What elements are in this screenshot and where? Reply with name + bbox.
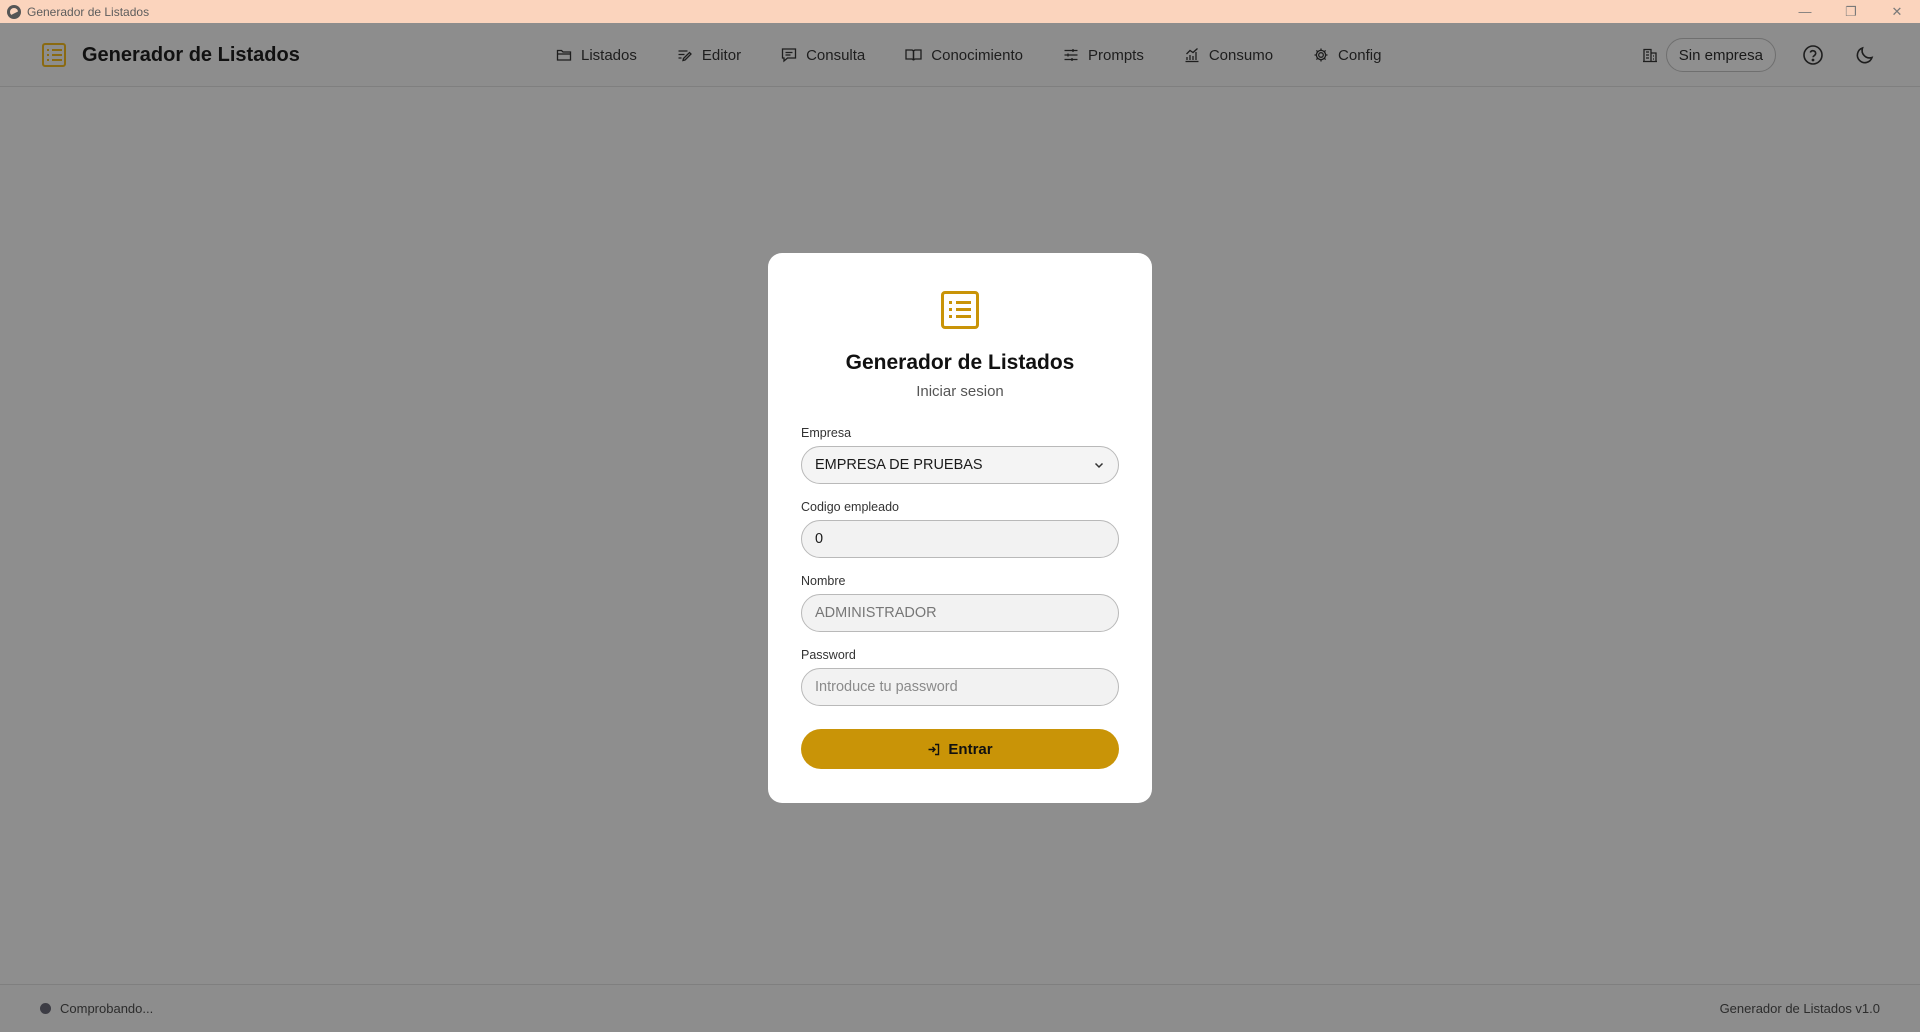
chat-icon	[781, 48, 797, 63]
chevron-down-icon	[1094, 462, 1104, 469]
entrar-button[interactable]: Entrar	[801, 729, 1119, 769]
building-icon	[1642, 48, 1657, 63]
window-titlebar: Generador de Listados — ❐ ✕	[0, 0, 1920, 23]
version-label: Generador de Listados v1.0	[1719, 1001, 1880, 1016]
password-input[interactable]	[801, 668, 1119, 706]
nombre-label: Nombre	[801, 574, 846, 588]
close-button[interactable]: ✕	[1874, 0, 1920, 23]
nav-consumo-label: Consumo	[1208, 46, 1274, 64]
gear-icon	[1314, 48, 1328, 62]
app-header: Generador de Listados Listados Editor Co…	[0, 23, 1920, 87]
nombre-input[interactable]	[801, 594, 1119, 632]
app-title: Generador de Listados	[82, 43, 300, 66]
edit-icon	[678, 50, 692, 62]
empresa-label: Empresa	[801, 426, 852, 440]
codigo-label: Codigo empleado	[801, 500, 899, 514]
chart-icon	[1185, 48, 1199, 63]
brand[interactable]: Generador de Listados	[42, 23, 300, 87]
sliders-icon	[1064, 49, 1078, 61]
empresa-select[interactable]: EMPRESA DE PRUEBAS	[801, 446, 1119, 484]
maximize-button[interactable]: ❐	[1828, 0, 1874, 23]
nav-listados[interactable]: Listados	[556, 47, 637, 64]
window-controls: — ❐ ✕	[1782, 0, 1920, 23]
nav-editor-label: Editor	[701, 46, 742, 64]
book-icon	[905, 49, 922, 61]
status-bar: Comprobando... Generador de Listados v1.…	[0, 984, 1920, 1032]
nav-editor[interactable]: Editor	[677, 47, 741, 64]
login-card: Generador de Listados Iniciar sesion Emp…	[768, 253, 1152, 803]
status-dot-icon	[40, 1003, 51, 1014]
moon-icon	[1856, 46, 1874, 64]
entrar-button-label: Entrar	[948, 740, 993, 758]
nav-consumo[interactable]: Consumo	[1184, 47, 1273, 64]
nav-listados-label: Listados	[581, 46, 637, 64]
main-nav: Listados Editor Consulta Conocimiento Pr…	[556, 23, 1421, 87]
nav-config[interactable]: Config	[1313, 47, 1381, 64]
nav-prompts-label: Prompts	[1087, 46, 1144, 64]
login-subtitle: Iniciar sesion	[916, 383, 1004, 400]
status-text: Comprobando...	[60, 1001, 154, 1016]
window-title: Generador de Listados	[27, 4, 150, 19]
list-icon	[42, 43, 66, 67]
nav-consulta[interactable]: Consulta	[781, 47, 865, 64]
nav-conocimiento[interactable]: Conocimiento	[905, 47, 1023, 64]
nav-config-label: Config	[1338, 46, 1382, 64]
help-icon	[1803, 45, 1823, 65]
login-icon	[928, 743, 940, 755]
list-icon	[941, 291, 979, 329]
nav-consulta-label: Consulta	[806, 46, 866, 64]
password-label: Password	[801, 648, 856, 662]
empresa-select-value: EMPRESA DE PRUEBAS	[815, 457, 983, 473]
help-button[interactable]	[1798, 40, 1828, 70]
company-selector[interactable]: Sin empresa	[1665, 38, 1776, 72]
header-actions: Sin empresa	[1642, 23, 1920, 87]
nav-conocimiento-label: Conocimiento	[931, 46, 1023, 64]
theme-toggle-button[interactable]	[1850, 40, 1880, 70]
login-title: Generador de Listados	[845, 351, 1075, 374]
nav-prompts[interactable]: Prompts	[1063, 47, 1144, 64]
folder-icon	[556, 49, 572, 61]
minimize-button[interactable]: —	[1782, 0, 1828, 23]
codigo-empleado-input[interactable]	[801, 520, 1119, 558]
app-globe-icon	[7, 4, 21, 19]
